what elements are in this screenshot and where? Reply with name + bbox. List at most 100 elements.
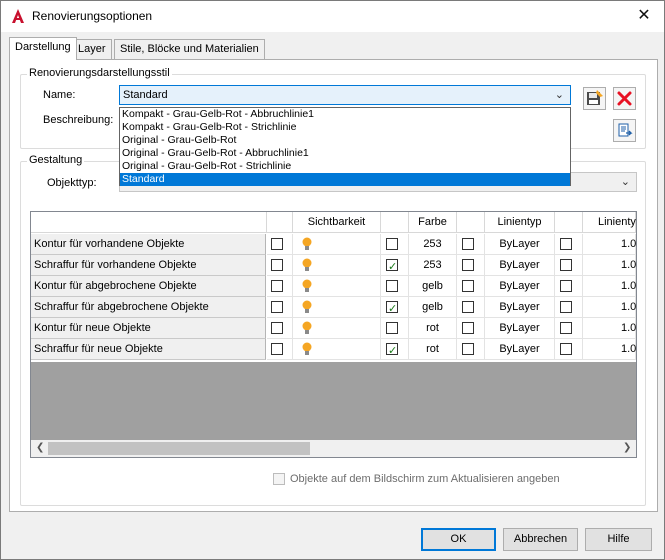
ok-button[interactable]: OK bbox=[421, 528, 496, 551]
visibility-cell[interactable] bbox=[293, 318, 381, 339]
delete-icon bbox=[617, 91, 632, 106]
lineweight-cell[interactable]: 1.0 bbox=[583, 318, 636, 339]
visibility-cell[interactable] bbox=[293, 276, 381, 297]
color-cell[interactable]: gelb bbox=[409, 276, 457, 297]
lineweight-override-checkbox[interactable] bbox=[560, 301, 572, 313]
dropdown-option[interactable]: Kompakt - Grau-Gelb-Rot - Strichlinie bbox=[120, 121, 570, 134]
close-icon[interactable]: ✕ bbox=[629, 5, 659, 27]
design-group-label: Gestaltung bbox=[27, 154, 85, 166]
color-cell[interactable]: rot bbox=[409, 318, 457, 339]
lineweight-override-checkbox[interactable] bbox=[560, 280, 572, 292]
tab-darstellung[interactable]: Darstellung bbox=[9, 37, 77, 60]
linetype-override-checkbox[interactable] bbox=[462, 238, 474, 250]
visibility-override-checkbox[interactable] bbox=[271, 238, 283, 250]
color-cell[interactable]: rot bbox=[409, 339, 457, 360]
lineweight-cell[interactable]: 1.0 bbox=[583, 339, 636, 360]
linetype-cell[interactable]: ByLayer bbox=[485, 339, 555, 360]
delete-style-button[interactable] bbox=[613, 87, 636, 110]
lineweight-cell[interactable]: 1.0 bbox=[583, 297, 636, 318]
linetype-override-checkbox[interactable] bbox=[462, 322, 474, 334]
table-row[interactable]: Kontur für vorhandene Objekte 253 ByLayer 1… bbox=[31, 234, 636, 255]
linetype-cell[interactable]: ByLayer bbox=[485, 276, 555, 297]
table-row[interactable]: Schraffur für vorhandene Objekte 253 ByLay… bbox=[31, 255, 636, 278]
table-row[interactable]: Kontur für abgebrochene Objekte gelb ByLay… bbox=[31, 276, 636, 297]
renovation-options-dialog: Renovierungsoptionen ✕ Darstellung Layer… bbox=[0, 0, 665, 560]
linetype-override-checkbox[interactable] bbox=[462, 259, 474, 271]
table-row[interactable]: Schraffur für abgebrochene Objekte gelb By… bbox=[31, 297, 636, 320]
color-override-checkbox[interactable] bbox=[386, 341, 398, 362]
scroll-left-icon[interactable]: ❮ bbox=[36, 442, 44, 453]
edit-document-icon bbox=[618, 123, 633, 137]
visibility-toggle-cell bbox=[267, 255, 293, 276]
color-cell[interactable]: gelb bbox=[409, 297, 457, 318]
visibility-cell[interactable] bbox=[293, 339, 381, 360]
visibility-cell[interactable] bbox=[293, 234, 381, 255]
visibility-cell[interactable] bbox=[293, 255, 381, 276]
visibility-override-checkbox[interactable] bbox=[271, 280, 283, 292]
select-objects-label: Objekte auf dem Bildschirm zum Aktualisi… bbox=[290, 473, 560, 485]
lineweight-override-checkbox[interactable] bbox=[560, 238, 572, 250]
save-style-button[interactable] bbox=[583, 87, 606, 110]
column-header-color[interactable]: Farbe bbox=[409, 212, 457, 233]
dropdown-option[interactable]: Original - Grau-Gelb-Rot bbox=[120, 134, 570, 147]
color-override-checkbox[interactable] bbox=[386, 238, 398, 250]
color-override-checkbox[interactable] bbox=[386, 322, 398, 334]
scroll-right-icon[interactable]: ❯ bbox=[623, 442, 631, 453]
description-label: Beschreibung: bbox=[43, 114, 114, 126]
tab-layer[interactable]: Layer bbox=[72, 39, 112, 59]
dropdown-option-selected[interactable]: Standard bbox=[120, 173, 570, 186]
dropdown-option[interactable]: Original - Grau-Gelb-Rot - Strichlinie bbox=[120, 160, 570, 173]
name-combobox[interactable]: Standard ⌄ bbox=[119, 85, 571, 105]
table-row[interactable]: Schraffur für neue Objekte rot ByLayer 1.0 bbox=[31, 339, 636, 362]
dropdown-option[interactable]: Original - Grau-Gelb-Rot - Abbruchlinie1 bbox=[120, 147, 570, 160]
tab-styles-blocks-materials[interactable]: Stile, Blöcke und Materialien bbox=[114, 39, 265, 59]
column-header-lineweight[interactable]: Linienty bbox=[583, 212, 636, 233]
color-override-checkbox[interactable] bbox=[386, 299, 398, 320]
lineweight-override-checkbox[interactable] bbox=[560, 259, 572, 271]
cancel-button[interactable]: Abbrechen bbox=[503, 528, 578, 551]
chevron-down-icon: ⌄ bbox=[554, 89, 564, 101]
column-header-visibility[interactable]: Sichtbarkeit bbox=[293, 212, 381, 233]
lineweight-cell[interactable]: 1.0 bbox=[583, 255, 636, 276]
lightbulb-icon[interactable] bbox=[302, 258, 312, 272]
linetype-cell[interactable]: ByLayer bbox=[485, 234, 555, 255]
lineweight-override-checkbox[interactable] bbox=[560, 343, 572, 355]
lineweight-cell[interactable]: 1.0 bbox=[583, 234, 636, 255]
lightbulb-icon[interactable] bbox=[302, 237, 312, 251]
visibility-override-checkbox[interactable] bbox=[271, 322, 283, 334]
color-override-checkbox[interactable] bbox=[386, 280, 398, 292]
lightbulb-icon[interactable] bbox=[302, 342, 312, 356]
linetype-cell[interactable]: ByLayer bbox=[485, 297, 555, 318]
lightbulb-icon[interactable] bbox=[302, 279, 312, 293]
visibility-override-checkbox[interactable] bbox=[271, 343, 283, 355]
lightbulb-icon[interactable] bbox=[302, 321, 312, 335]
lineweight-override-checkbox[interactable] bbox=[560, 322, 572, 334]
linetype-override-checkbox[interactable] bbox=[462, 301, 474, 313]
scrollbar-thumb[interactable] bbox=[48, 442, 310, 455]
color-cell[interactable]: 253 bbox=[409, 234, 457, 255]
linetype-cell[interactable]: ByLayer bbox=[485, 255, 555, 276]
lineweight-toggle-cell bbox=[555, 276, 583, 297]
visibility-override-checkbox[interactable] bbox=[271, 259, 283, 271]
lineweight-cell[interactable]: 1.0 bbox=[583, 276, 636, 297]
horizontal-scrollbar[interactable]: ❮ ❯ bbox=[31, 440, 636, 457]
lineweight-toggle-cell bbox=[555, 297, 583, 318]
visibility-cell[interactable] bbox=[293, 297, 381, 318]
help-button[interactable]: Hilfe bbox=[585, 528, 652, 551]
color-toggle-cell bbox=[381, 297, 409, 320]
column-header-linetype[interactable]: Linientyp bbox=[485, 212, 555, 233]
table-row[interactable]: Kontur für neue Objekte rot ByLayer 1.0 bbox=[31, 318, 636, 339]
properties-grid: Sichtbarkeit Farbe Linientyp Linienty Ko… bbox=[30, 211, 637, 458]
name-dropdown-list[interactable]: Kompakt - Grau-Gelb-Rot - Abbruchlinie1 … bbox=[119, 107, 571, 186]
window-title: Renovierungsoptionen bbox=[32, 9, 153, 23]
visibility-override-checkbox[interactable] bbox=[271, 301, 283, 313]
color-override-checkbox[interactable] bbox=[386, 257, 398, 278]
dropdown-option[interactable]: Kompakt - Grau-Gelb-Rot - Abbruchlinie1 bbox=[120, 108, 570, 121]
edit-description-button[interactable] bbox=[613, 119, 636, 142]
linetype-override-checkbox[interactable] bbox=[462, 343, 474, 355]
lightbulb-icon[interactable] bbox=[302, 300, 312, 314]
color-cell[interactable]: 253 bbox=[409, 255, 457, 276]
linetype-override-checkbox[interactable] bbox=[462, 280, 474, 292]
linetype-cell[interactable]: ByLayer bbox=[485, 318, 555, 339]
select-objects-checkbox[interactable] bbox=[273, 473, 285, 485]
